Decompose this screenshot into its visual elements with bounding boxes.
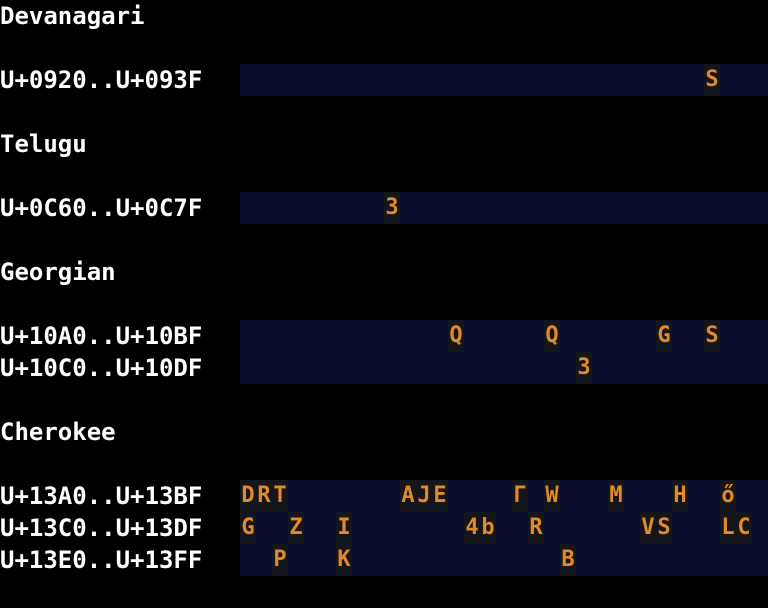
range-label: U+13A0..U+13BF bbox=[0, 482, 203, 510]
range-label: U+10A0..U+10BF bbox=[0, 322, 203, 350]
section-title: Telugu bbox=[0, 130, 87, 158]
range-row: U+10A0..U+10BF Q Q G S bbox=[0, 320, 768, 352]
section-title: Cherokee bbox=[0, 418, 116, 446]
glyph-cell: S bbox=[704, 64, 720, 96]
glyph-cell: D bbox=[240, 480, 256, 512]
glyph-cell: L bbox=[720, 512, 736, 544]
glyph-strip: 3 bbox=[240, 192, 768, 224]
glyph-cell: K bbox=[336, 544, 352, 576]
glyph-cell: E bbox=[432, 480, 448, 512]
glyph-strip: DRT AJE ΓW M Hő bbox=[240, 480, 768, 512]
glyph-strip: S bbox=[240, 64, 768, 96]
section-title: Devanagari bbox=[0, 2, 145, 30]
glyph-strip: GZI 4bR VS LC bbox=[240, 512, 768, 544]
glyph-cell: P bbox=[272, 544, 288, 576]
range-row: U+13A0..U+13BF D R T A J E Γ W M Hő bbox=[0, 480, 768, 512]
glyph-cell: W bbox=[544, 480, 560, 512]
range-label: U+13C0..U+13DF bbox=[0, 514, 203, 542]
glyph-cell: B bbox=[560, 544, 576, 576]
glyph-cell: M bbox=[608, 480, 624, 512]
range-row: U+0920..U+093F S bbox=[0, 64, 768, 96]
glyph-cell: Z bbox=[288, 512, 304, 544]
glyph-cell: T bbox=[272, 480, 288, 512]
glyph-cell: V bbox=[640, 512, 656, 544]
range-label: U+13E0..U+13FF bbox=[0, 546, 203, 574]
range-label: U+0C60..U+0C7F bbox=[0, 194, 203, 222]
range-label: U+0920..U+093F bbox=[0, 66, 203, 94]
glyph-cell: G bbox=[656, 320, 672, 352]
glyph-cell: 3 bbox=[384, 192, 400, 224]
glyph-cell: ő bbox=[720, 480, 736, 512]
glyph-cell: 3 bbox=[576, 352, 592, 384]
glyph-coverage-screen: Devanagari U+0920..U+093F S Telugu U+0C60..U… bbox=[0, 0, 768, 608]
glyph-cell: Q bbox=[544, 320, 560, 352]
glyph-cell: R bbox=[256, 480, 272, 512]
glyph-cell: A bbox=[400, 480, 416, 512]
glyph-cell: S bbox=[656, 512, 672, 544]
range-row: U+0C60..U+0C7F 3 bbox=[0, 192, 768, 224]
glyph-cell: J bbox=[416, 480, 432, 512]
section-title: Georgian bbox=[0, 258, 116, 286]
glyph-cell: Q bbox=[448, 320, 464, 352]
glyph-cell: Γ bbox=[512, 480, 528, 512]
range-label: U+10C0..U+10DF bbox=[0, 354, 203, 382]
glyph-cell: R bbox=[528, 512, 544, 544]
glyph-cell: I bbox=[336, 512, 352, 544]
glyph-cell: 4 bbox=[464, 512, 480, 544]
glyph-strip: 3 bbox=[240, 352, 768, 384]
glyph-cell: H bbox=[672, 480, 688, 512]
range-row: U+10C0..U+10DF 3 bbox=[0, 352, 768, 384]
glyph-strip: PKB bbox=[240, 544, 768, 576]
glyph-strip: Q Q GS bbox=[240, 320, 768, 352]
range-row: U+13E0..U+13FF P K B bbox=[0, 544, 768, 576]
glyph-cell: G bbox=[240, 512, 256, 544]
range-row: U+13C0..U+13DF G Z I 4 b R V S L C bbox=[0, 512, 768, 544]
glyph-cell: S bbox=[704, 320, 720, 352]
glyph-cell: C bbox=[736, 512, 752, 544]
glyph-cell: b bbox=[480, 512, 496, 544]
